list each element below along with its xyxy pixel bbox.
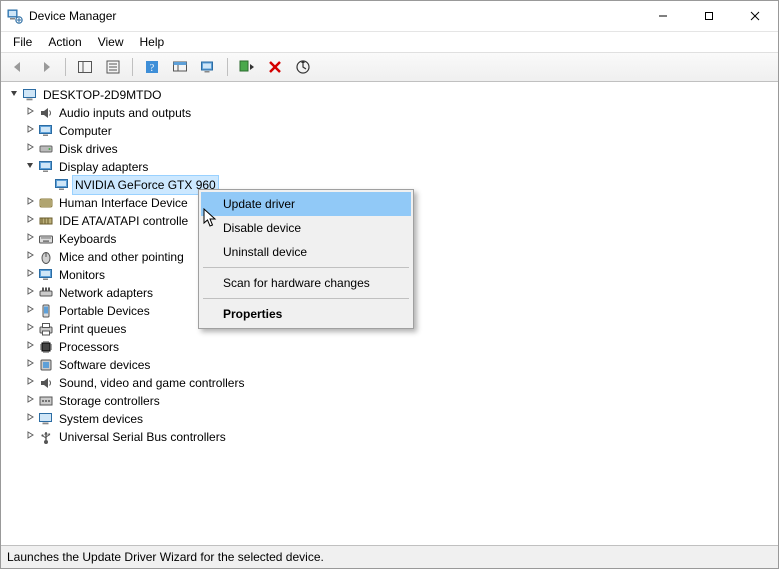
context-menu-update-driver[interactable]: Update driver	[201, 192, 411, 216]
ide-icon	[37, 213, 55, 229]
minimize-button[interactable]	[640, 1, 686, 31]
speaker-icon	[37, 105, 55, 121]
device-manager-window: Device Manager File Action View Help	[0, 0, 779, 569]
title-bar: Device Manager	[1, 1, 778, 32]
tree-item-audio[interactable]: Audio inputs and outputs	[1, 104, 778, 122]
expander-closed-icon[interactable]	[23, 356, 37, 374]
context-menu: Update driver Disable device Uninstall d…	[198, 189, 414, 329]
tree-item-computer[interactable]: Computer	[1, 122, 778, 140]
expander-closed-icon[interactable]	[23, 302, 37, 320]
toolbar-show-hide-tree-button[interactable]	[72, 55, 98, 79]
expander-closed-icon[interactable]	[23, 374, 37, 392]
tree-root-label: DESKTOP-2D9MTDO	[41, 86, 163, 104]
expander-closed-icon[interactable]	[23, 320, 37, 338]
menu-view[interactable]: View	[90, 33, 132, 51]
expander-closed-icon[interactable]	[23, 410, 37, 428]
expander-closed-icon[interactable]	[23, 140, 37, 158]
toolbar-back-button[interactable]	[5, 55, 31, 79]
network-icon	[37, 285, 55, 301]
expander-closed-icon[interactable]	[23, 266, 37, 284]
toolbar-action-center-button[interactable]	[167, 55, 193, 79]
expander-closed-icon[interactable]	[23, 248, 37, 266]
cpu-icon	[37, 339, 55, 355]
toolbar-uninstall-button[interactable]	[262, 55, 288, 79]
toolbar-separator	[227, 58, 228, 76]
close-button[interactable]	[732, 1, 778, 31]
portable-device-icon	[37, 303, 55, 319]
menu-bar: File Action View Help	[1, 32, 778, 52]
usb-icon	[37, 429, 55, 445]
tree-item-system[interactable]: System devices	[1, 410, 778, 428]
maximize-button[interactable]	[686, 1, 732, 31]
window-title: Device Manager	[29, 9, 116, 23]
hid-icon	[37, 195, 55, 211]
context-menu-disable-device[interactable]: Disable device	[201, 216, 411, 240]
display-adapter-icon	[37, 159, 55, 175]
expander-closed-icon[interactable]	[23, 428, 37, 446]
disk-icon	[37, 141, 55, 157]
printer-icon	[37, 321, 55, 337]
tree-item-usb[interactable]: Universal Serial Bus controllers	[1, 428, 778, 446]
system-device-icon	[37, 411, 55, 427]
monitor-icon	[37, 123, 55, 139]
expander-closed-icon[interactable]	[23, 392, 37, 410]
toolbar-properties-button[interactable]	[100, 55, 126, 79]
app-icon	[7, 8, 23, 24]
monitor-icon	[37, 267, 55, 283]
expander-closed-icon[interactable]	[23, 194, 37, 212]
toolbar-forward-button[interactable]	[33, 55, 59, 79]
toolbar-scan-button[interactable]	[290, 55, 316, 79]
tree-item-gpu-label: NVIDIA GeForce GTX 960	[73, 176, 218, 194]
tree-root[interactable]: DESKTOP-2D9MTDO	[1, 86, 778, 104]
expander-open-icon[interactable]	[23, 158, 37, 176]
context-menu-properties[interactable]: Properties	[201, 302, 411, 326]
expander-closed-icon[interactable]	[23, 122, 37, 140]
software-device-icon	[37, 357, 55, 373]
context-menu-separator	[203, 267, 409, 268]
mouse-icon	[37, 249, 55, 265]
tree-item-storage[interactable]: Storage controllers	[1, 392, 778, 410]
status-text: Launches the Update Driver Wizard for th…	[7, 550, 324, 564]
expander-closed-icon[interactable]	[23, 338, 37, 356]
toolbar-separator	[65, 58, 66, 76]
toolbar-separator	[132, 58, 133, 76]
tree-item-sound[interactable]: Sound, video and game controllers	[1, 374, 778, 392]
tree-item-processors[interactable]: Processors	[1, 338, 778, 356]
tree-item-display[interactable]: Display adapters	[1, 158, 778, 176]
toolbar-enable-button[interactable]	[234, 55, 260, 79]
toolbar: ?	[1, 52, 778, 82]
expander-closed-icon[interactable]	[23, 104, 37, 122]
tree-item-disk[interactable]: Disk drives	[1, 140, 778, 158]
svg-text:?: ?	[150, 63, 155, 74]
tree-item-software[interactable]: Software devices	[1, 356, 778, 374]
context-menu-scan[interactable]: Scan for hardware changes	[201, 271, 411, 295]
expander-closed-icon[interactable]	[23, 230, 37, 248]
toolbar-help-button[interactable]: ?	[139, 55, 165, 79]
speaker-icon	[37, 375, 55, 391]
expander-open-icon[interactable]	[7, 86, 21, 104]
toolbar-update-driver-button[interactable]	[195, 55, 221, 79]
context-menu-uninstall-device[interactable]: Uninstall device	[201, 240, 411, 264]
status-bar: Launches the Update Driver Wizard for th…	[1, 545, 778, 568]
keyboard-icon	[37, 231, 55, 247]
display-adapter-icon	[53, 177, 71, 193]
storage-controller-icon	[37, 393, 55, 409]
menu-action[interactable]: Action	[40, 33, 89, 51]
menu-help[interactable]: Help	[132, 33, 173, 51]
context-menu-separator	[203, 298, 409, 299]
expander-closed-icon[interactable]	[23, 284, 37, 302]
menu-file[interactable]: File	[5, 33, 40, 51]
expander-closed-icon[interactable]	[23, 212, 37, 230]
computer-icon	[21, 87, 39, 103]
